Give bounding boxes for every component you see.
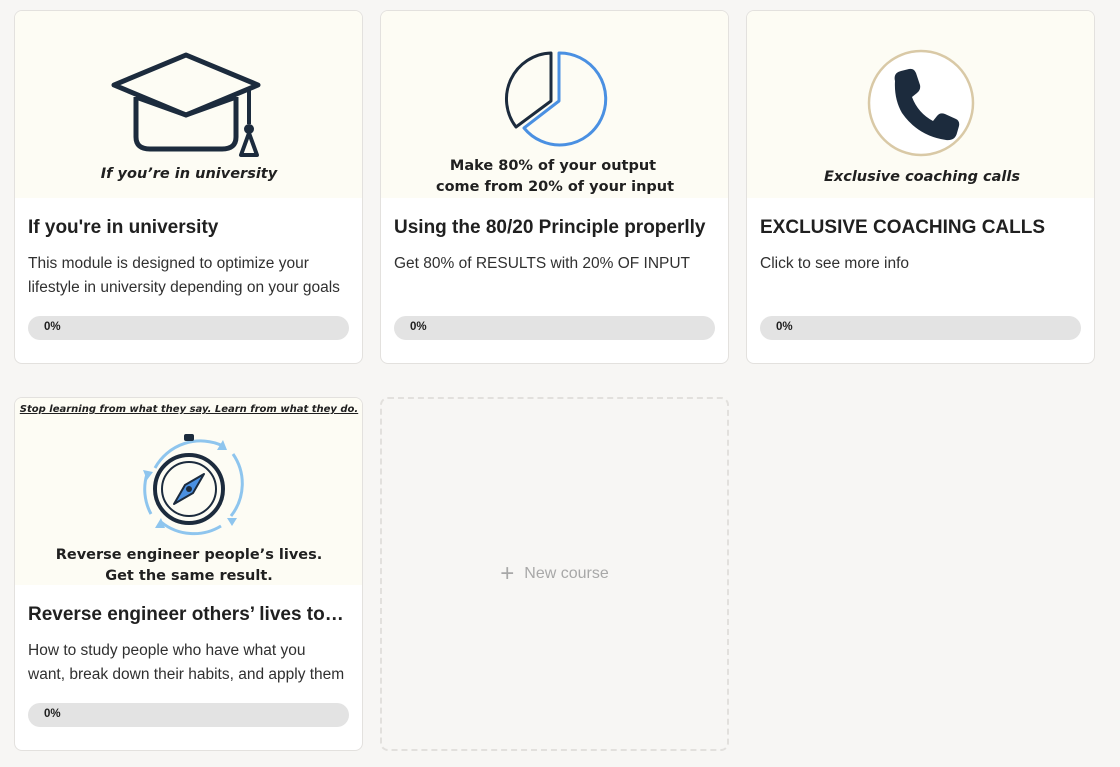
course-title: Reverse engineer others’ lives to get th… — [28, 604, 349, 625]
course-card-80-20[interactable]: Make 80% of your output come from 20% of… — [380, 10, 729, 364]
description-line: How to study people who have what you — [28, 642, 306, 659]
progress-label: 0% — [776, 321, 793, 333]
course-card-reverse-engineer[interactable]: Stop learning from what they say. Learn … — [14, 397, 363, 751]
course-card-coaching-calls[interactable]: Exclusive coaching calls EXCLUSIVE COACH… — [746, 10, 1095, 364]
progress-label: 0% — [44, 708, 61, 720]
progress-bar: 0% — [28, 703, 349, 727]
thumbnail-header: Stop learning from what they say. Learn … — [20, 404, 358, 415]
course-description: How to study people who have what you wa… — [28, 639, 349, 687]
progress-bar: 0% — [394, 316, 715, 340]
course-thumbnail: Make 80% of your output come from 20% of… — [381, 11, 728, 198]
new-course-button[interactable]: + New course — [380, 397, 729, 751]
thumbnail-caption-line: Reverse engineer people’s lives. — [56, 547, 323, 563]
thumbnail-caption-line: come from 20% of your input — [436, 179, 674, 195]
thumbnail-caption-line: Make 80% of your output — [450, 158, 656, 174]
course-thumbnail: Stop learning from what they say. Learn … — [15, 398, 362, 585]
course-title: If you're in university — [28, 217, 219, 238]
course-title: Using the 80/20 Principle properlly — [394, 217, 706, 238]
new-course-label: New course — [524, 565, 609, 582]
thumbnail-caption: Exclusive coaching calls — [824, 169, 1020, 185]
phone-icon: Exclusive coaching calls — [824, 49, 1020, 185]
description-line: want, break down their habits, and apply… — [28, 666, 345, 683]
description-line: This module is designed to optimize your — [28, 255, 309, 272]
progress-label: 0% — [44, 321, 61, 333]
course-thumbnail: Exclusive coaching calls — [747, 11, 1094, 198]
thumbnail-caption-line: Get the same result. — [105, 568, 273, 584]
graduation-cap-icon: If you’re in university — [101, 52, 278, 182]
course-description: Get 80% of RESULTS with 20% OF INPUT — [394, 252, 715, 300]
compass-icon: Stop learning from what they say. Learn … — [20, 404, 358, 584]
description-line: Click to see more info — [760, 255, 910, 272]
course-card-university[interactable]: If you’re in university If you're in uni… — [14, 10, 363, 364]
description-line: lifestyle in university depending on you… — [28, 279, 340, 296]
course-title: EXCLUSIVE COACHING CALLS — [760, 217, 1046, 238]
description-line: Get 80% of RESULTS with 20% OF INPUT — [394, 255, 691, 272]
progress-label: 0% — [410, 321, 427, 333]
pie-chart-icon: Make 80% of your output come from 20% of… — [436, 51, 674, 195]
progress-bar: 0% — [28, 316, 349, 340]
progress-bar: 0% — [760, 316, 1081, 340]
course-description: This module is designed to optimize your… — [28, 252, 349, 300]
thumbnail-caption: If you’re in university — [101, 166, 278, 182]
course-thumbnail: If you’re in university — [15, 11, 362, 198]
plus-icon: + — [500, 560, 515, 587]
course-description: Click to see more info — [760, 252, 1081, 300]
